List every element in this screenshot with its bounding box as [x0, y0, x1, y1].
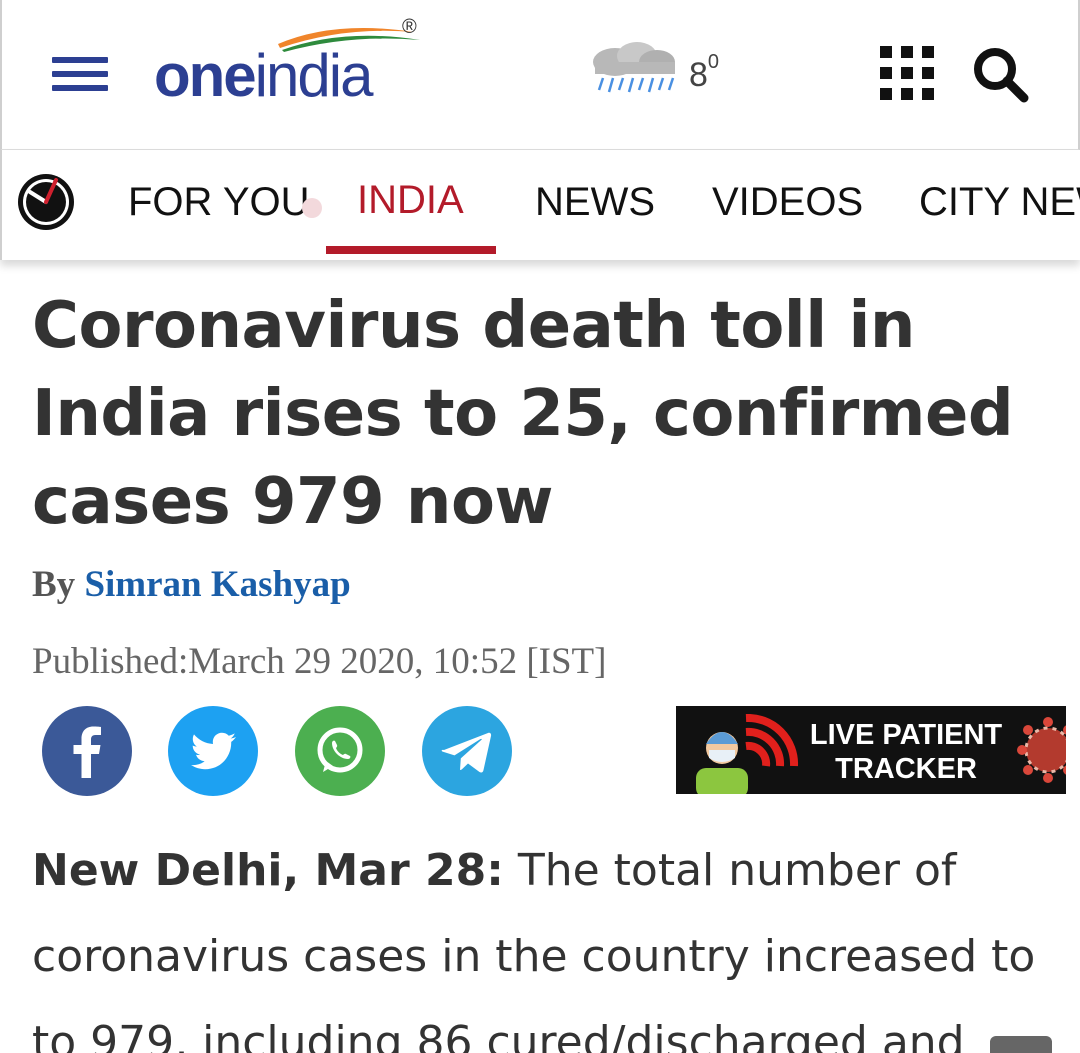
whatsapp-icon [317, 727, 363, 773]
article-body: New Delhi, Mar 28: The total number of c… [32, 828, 1062, 1053]
article-headline: Coronavirus death toll in India rises to… [32, 289, 1014, 539]
search-icon[interactable] [970, 44, 1030, 104]
telegram-share-button[interactable] [422, 706, 512, 796]
tracker-line1: LIVE PATIENT [809, 719, 1003, 751]
weather-widget[interactable]: 80 [585, 40, 735, 100]
facebook-share-button[interactable] [42, 706, 132, 796]
facebook-icon [73, 726, 101, 778]
tab-videos[interactable]: VIDEOS [712, 180, 863, 225]
logo-wordmark: oneindia [154, 46, 373, 106]
byline-prefix: By [32, 564, 76, 605]
tab-india[interactable]: INDIA [357, 178, 464, 223]
tracker-line2: TRACKER [835, 753, 977, 785]
apps-grid-icon[interactable] [878, 44, 936, 102]
logo-mark: ® [402, 16, 417, 38]
tab-city-news[interactable]: CITY NEW [919, 180, 1080, 225]
category-nav: FOR YOU INDIA NEWS VIDEOS CITY NEW [0, 150, 1080, 260]
whatsapp-share-button[interactable] [295, 706, 385, 796]
live-patient-tracker-banner[interactable]: LIVE PATIENT TRACKER [676, 706, 1066, 794]
tracker-label: LIVE PATIENT TRACKER [806, 718, 1006, 786]
tab-news[interactable]: NEWS [535, 180, 655, 225]
menu-icon[interactable] [52, 57, 108, 97]
tab-for-you[interactable]: FOR YOU [128, 180, 310, 225]
scroll-to-top-button[interactable] [990, 1036, 1052, 1053]
twitter-share-button[interactable] [168, 706, 258, 796]
clock-icon[interactable] [16, 172, 76, 232]
published-date: Published:March 29 2020, 10:52 [IST] [32, 641, 607, 682]
author-link[interactable]: Simran Kashyap [84, 564, 350, 605]
weather-unit: 0 [707, 50, 720, 73]
weather-temperature: 80 [689, 50, 720, 94]
broadcast-signal-icon [745, 714, 799, 767]
active-tab-indicator [326, 246, 496, 254]
telegram-icon [441, 732, 492, 773]
logo-one: one [154, 42, 257, 109]
byline: By Simran Kashyap [32, 563, 351, 606]
top-header: ® oneindia 80 [0, 0, 1080, 150]
dateline: New Delhi, Mar 28: [32, 845, 504, 896]
twitter-icon [191, 732, 236, 770]
logo-india: india [254, 42, 374, 109]
oneindia-logo[interactable]: ® oneindia [154, 16, 424, 108]
virus-icon [1017, 717, 1066, 783]
rain-cloud-icon [593, 42, 675, 93]
tab-separator-dot [302, 198, 322, 218]
